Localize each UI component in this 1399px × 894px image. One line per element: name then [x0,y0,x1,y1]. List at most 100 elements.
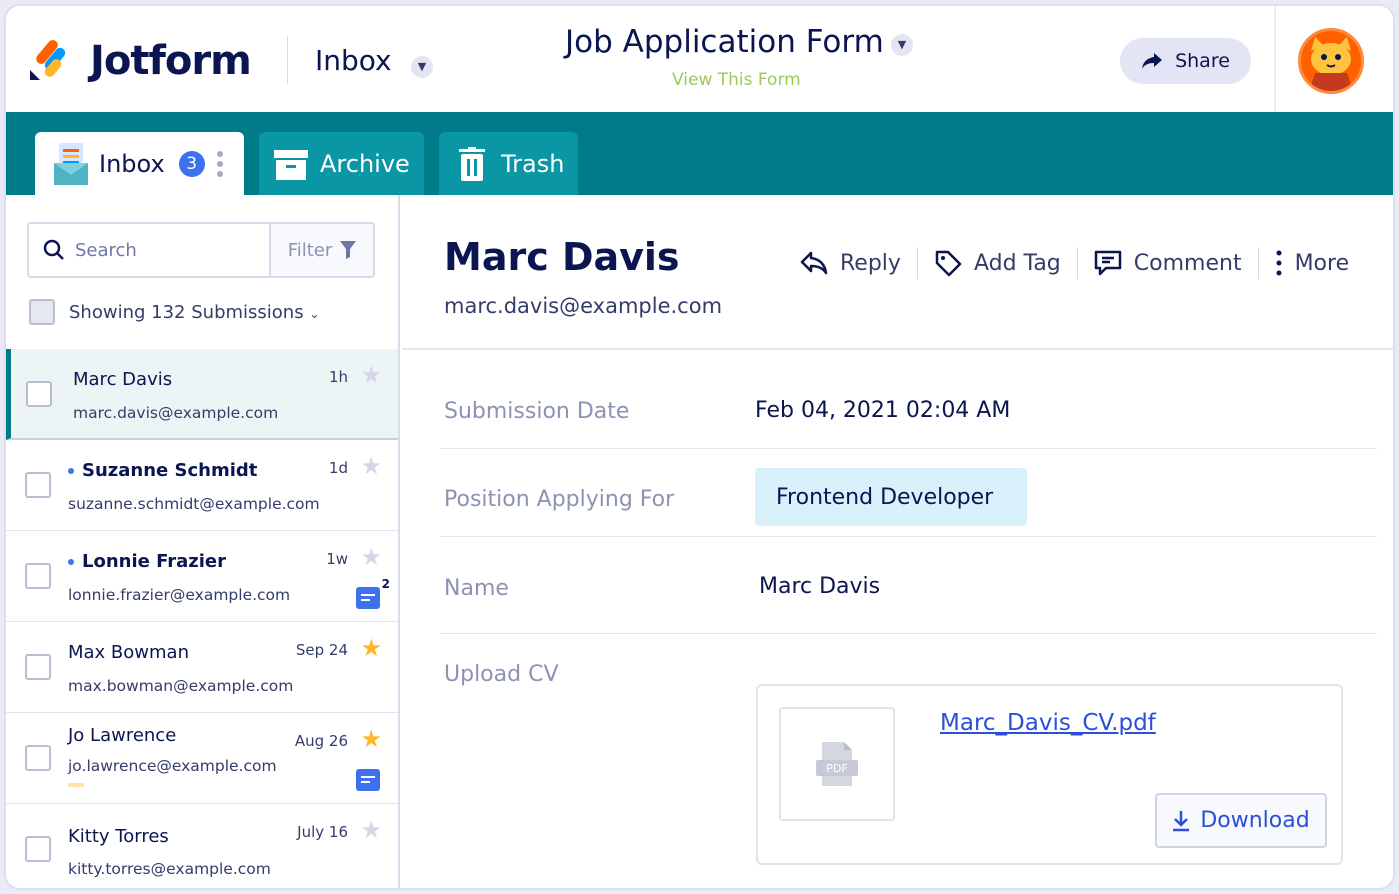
showing-prefix: Showing [69,301,146,323]
pdf-thumbnail[interactable]: PDF [779,707,895,821]
submission-time: Aug 26 [294,732,348,750]
tab-options-icon[interactable] [216,150,223,177]
tab-inbox-label: Inbox [99,149,165,178]
pdf-file-icon: PDF [816,742,858,786]
submission-row[interactable]: Max Bowman max.bowman@example.com Sep 24… [6,622,398,713]
star-icon[interactable]: ★ [360,452,382,480]
filter-button[interactable]: Filter [269,224,373,276]
download-icon [1173,810,1190,831]
more-button[interactable]: More [1259,243,1366,283]
submitter-email: kitty.torres@example.com [68,860,271,878]
field-divider [440,536,1377,537]
share-label: Share [1175,50,1230,72]
submitter-name-line: Suzanne Schmidt [68,460,257,481]
add-tag-label: Add Tag [973,250,1061,276]
star-icon[interactable]: ★ [360,543,382,571]
avatar-cat-icon [1309,37,1353,91]
filter-label: Filter [287,239,333,261]
more-vertical-icon [1276,250,1282,276]
download-button[interactable]: Download [1155,793,1327,848]
comment-count: 2 [381,577,390,591]
submission-row[interactable]: Jo Lawrence jo.lawrence@example.com Aug … [6,713,398,804]
field-label: Name [444,576,509,601]
submitter-email: suzanne.schmidt@example.com [68,495,320,513]
tag-icon [935,250,962,277]
submission-row[interactable]: Kitty Torres kitty.torres@example.com Ju… [6,804,398,888]
comment-icon[interactable] [356,587,380,609]
chevron-down-icon[interactable]: ▼ [891,34,913,56]
submitter-email: max.bowman@example.com [68,677,294,695]
header-divider [1274,6,1276,112]
star-icon[interactable]: ★ [360,725,382,753]
showing-count: 132 [151,301,186,323]
submitter-name-line: Lonnie Frazier [68,551,226,572]
field-label: Submission Date [444,399,630,424]
field-value: Marc Davis [759,574,881,599]
row-checkbox[interactable] [25,745,51,771]
submission-row[interactable]: Suzanne Schmidt suzanne.schmidt@example.… [6,440,398,531]
detail-divider [402,348,1393,350]
search-input[interactable]: Search [29,224,269,276]
share-button[interactable]: Share [1120,38,1251,84]
tag-indicator [68,783,84,787]
file-download-link[interactable]: Marc_Davis_CV.pdf [940,710,1156,736]
submission-time: July 16 [297,823,348,841]
more-label: More [1294,250,1350,276]
tab-trash[interactable]: Trash [439,132,578,195]
row-checkbox[interactable] [26,381,52,407]
reply-button[interactable]: Reply [784,243,917,283]
position-value-chip: Frontend Developer [755,468,1027,526]
user-avatar[interactable] [1298,28,1364,94]
star-icon[interactable]: ★ [360,816,382,844]
detail-name: Marc Davis [444,235,680,279]
submission-time: 1d [328,459,348,477]
star-icon[interactable]: ★ [360,634,382,662]
submission-time: Sep 24 [295,641,348,659]
submission-row[interactable]: Marc Davis marc.davis@example.com 1h ★ [6,349,398,440]
tab-archive[interactable]: Archive [259,132,424,195]
add-tag-button[interactable]: Add Tag [918,243,1077,283]
header-divider [287,36,288,84]
select-all-checkbox[interactable] [29,299,55,325]
chevron-down-icon: ⌄ [309,306,320,321]
row-checkbox[interactable] [25,563,51,589]
comment-icon[interactable] [356,769,380,791]
section-title[interactable]: Inbox [315,44,392,77]
field-divider [440,633,1377,634]
tab-inbox[interactable]: Inbox 3 [35,132,244,195]
field-label: Upload CV [444,662,559,687]
uploaded-file-card: PDF Marc_Davis_CV.pdf Download [756,684,1343,865]
submission-row[interactable]: Lonnie Frazier lonnie.frazier@example.co… [6,531,398,622]
submitter-name: Kitty Torres [68,826,169,847]
tab-archive-label: Archive [320,150,410,178]
comment-button[interactable]: Comment [1078,243,1258,283]
chevron-down-icon[interactable]: ▼ [411,56,433,78]
submitter-email: marc.davis@example.com [73,404,279,422]
form-title[interactable]: Job Application Form [565,24,884,60]
brand-name[interactable]: Jotform [90,38,252,84]
showing-suffix: Submissions [191,301,304,323]
comment-bubble-icon [1094,250,1122,276]
unread-count-badge: 3 [178,150,205,177]
showing-text[interactable]: Showing 132 Submissions ⌄ [69,302,319,323]
row-checkbox[interactable] [25,836,51,862]
search-placeholder: Search [75,239,137,261]
share-arrow-icon [1142,53,1163,69]
star-icon[interactable]: ★ [360,361,382,389]
submission-list: Marc Davis marc.davis@example.com 1h ★ S… [6,349,398,888]
jotform-logo-icon[interactable] [28,36,70,82]
top-header: Jotform Inbox ▼ Job Application Form ▼ V… [6,6,1393,112]
unread-dot-icon [68,468,74,474]
field-divider [440,448,1377,449]
unread-dot-icon [68,559,74,565]
row-checkbox[interactable] [25,654,51,680]
row-checkbox[interactable] [25,472,51,498]
comment-label: Comment [1133,250,1242,276]
pdf-thumb-label: PDF [826,762,847,775]
tab-bar: Inbox 3 Archive Trash [6,112,1393,195]
view-form-link[interactable]: View This Form [672,70,801,90]
reply-label: Reply [840,250,901,276]
submitter-name: Jo Lawrence [68,725,177,746]
submitter-name: Suzanne Schmidt [82,460,258,481]
search-bar: Search Filter [27,222,375,278]
